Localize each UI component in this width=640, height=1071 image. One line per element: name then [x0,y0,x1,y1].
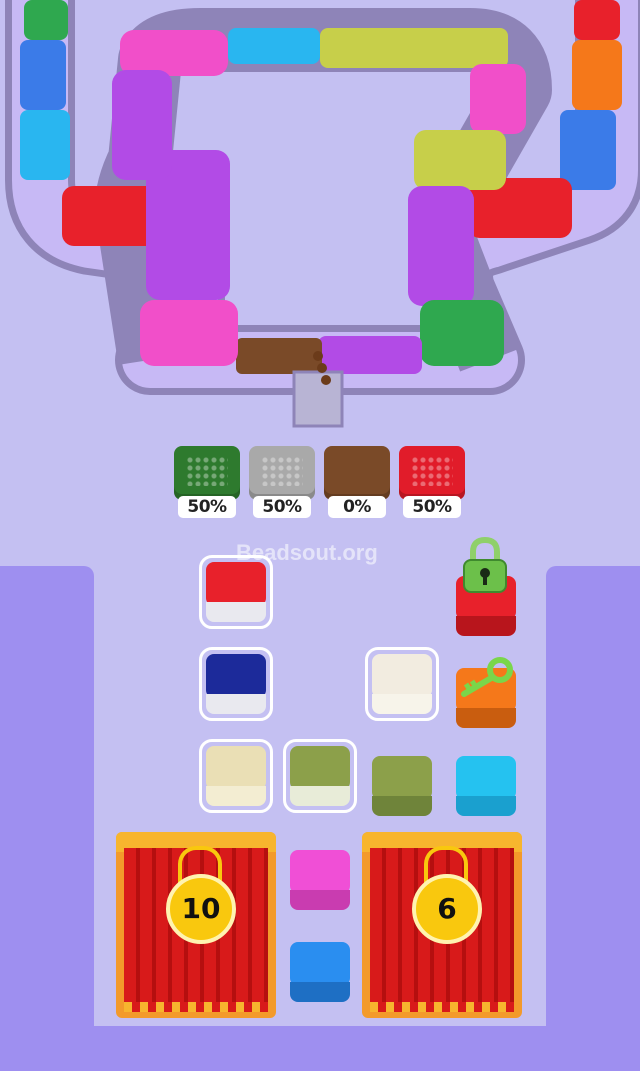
left-wall [0,566,94,1071]
lock-icon [462,536,508,594]
tray-percent: 0% [328,496,386,518]
tray-percent: 50% [178,496,236,518]
tray-percent: 50% [253,496,311,518]
key-icon [456,656,516,700]
curtain-count: 10 [166,874,236,944]
bead-box-beige[interactable] [199,739,273,813]
bead-box-magenta[interactable] [286,846,354,914]
bead-box-blue[interactable] [286,938,354,1006]
collection-tray-gray: 50% [249,446,315,518]
collection-tray-red: 50% [399,446,465,518]
bead-box-white[interactable] [365,647,439,721]
curtain-left[interactable]: 10 [116,832,276,1018]
bead-box-cyan[interactable] [452,752,520,820]
bead-box-red[interactable] [199,555,273,629]
curtain-count: 6 [412,874,482,944]
bead-box-olive-2[interactable] [368,752,436,820]
tray-percent: 50% [403,496,461,518]
collection-tray-green: 50% [174,446,240,518]
bead-dispenser [292,370,344,428]
bottom-wall [0,1026,640,1071]
bead-box-olive[interactable] [283,739,357,813]
right-wall [546,566,640,1071]
bead-box-navy[interactable] [199,647,273,721]
collection-tray-brown: 0% [324,446,390,518]
curtain-right[interactable]: 6 [362,832,522,1018]
